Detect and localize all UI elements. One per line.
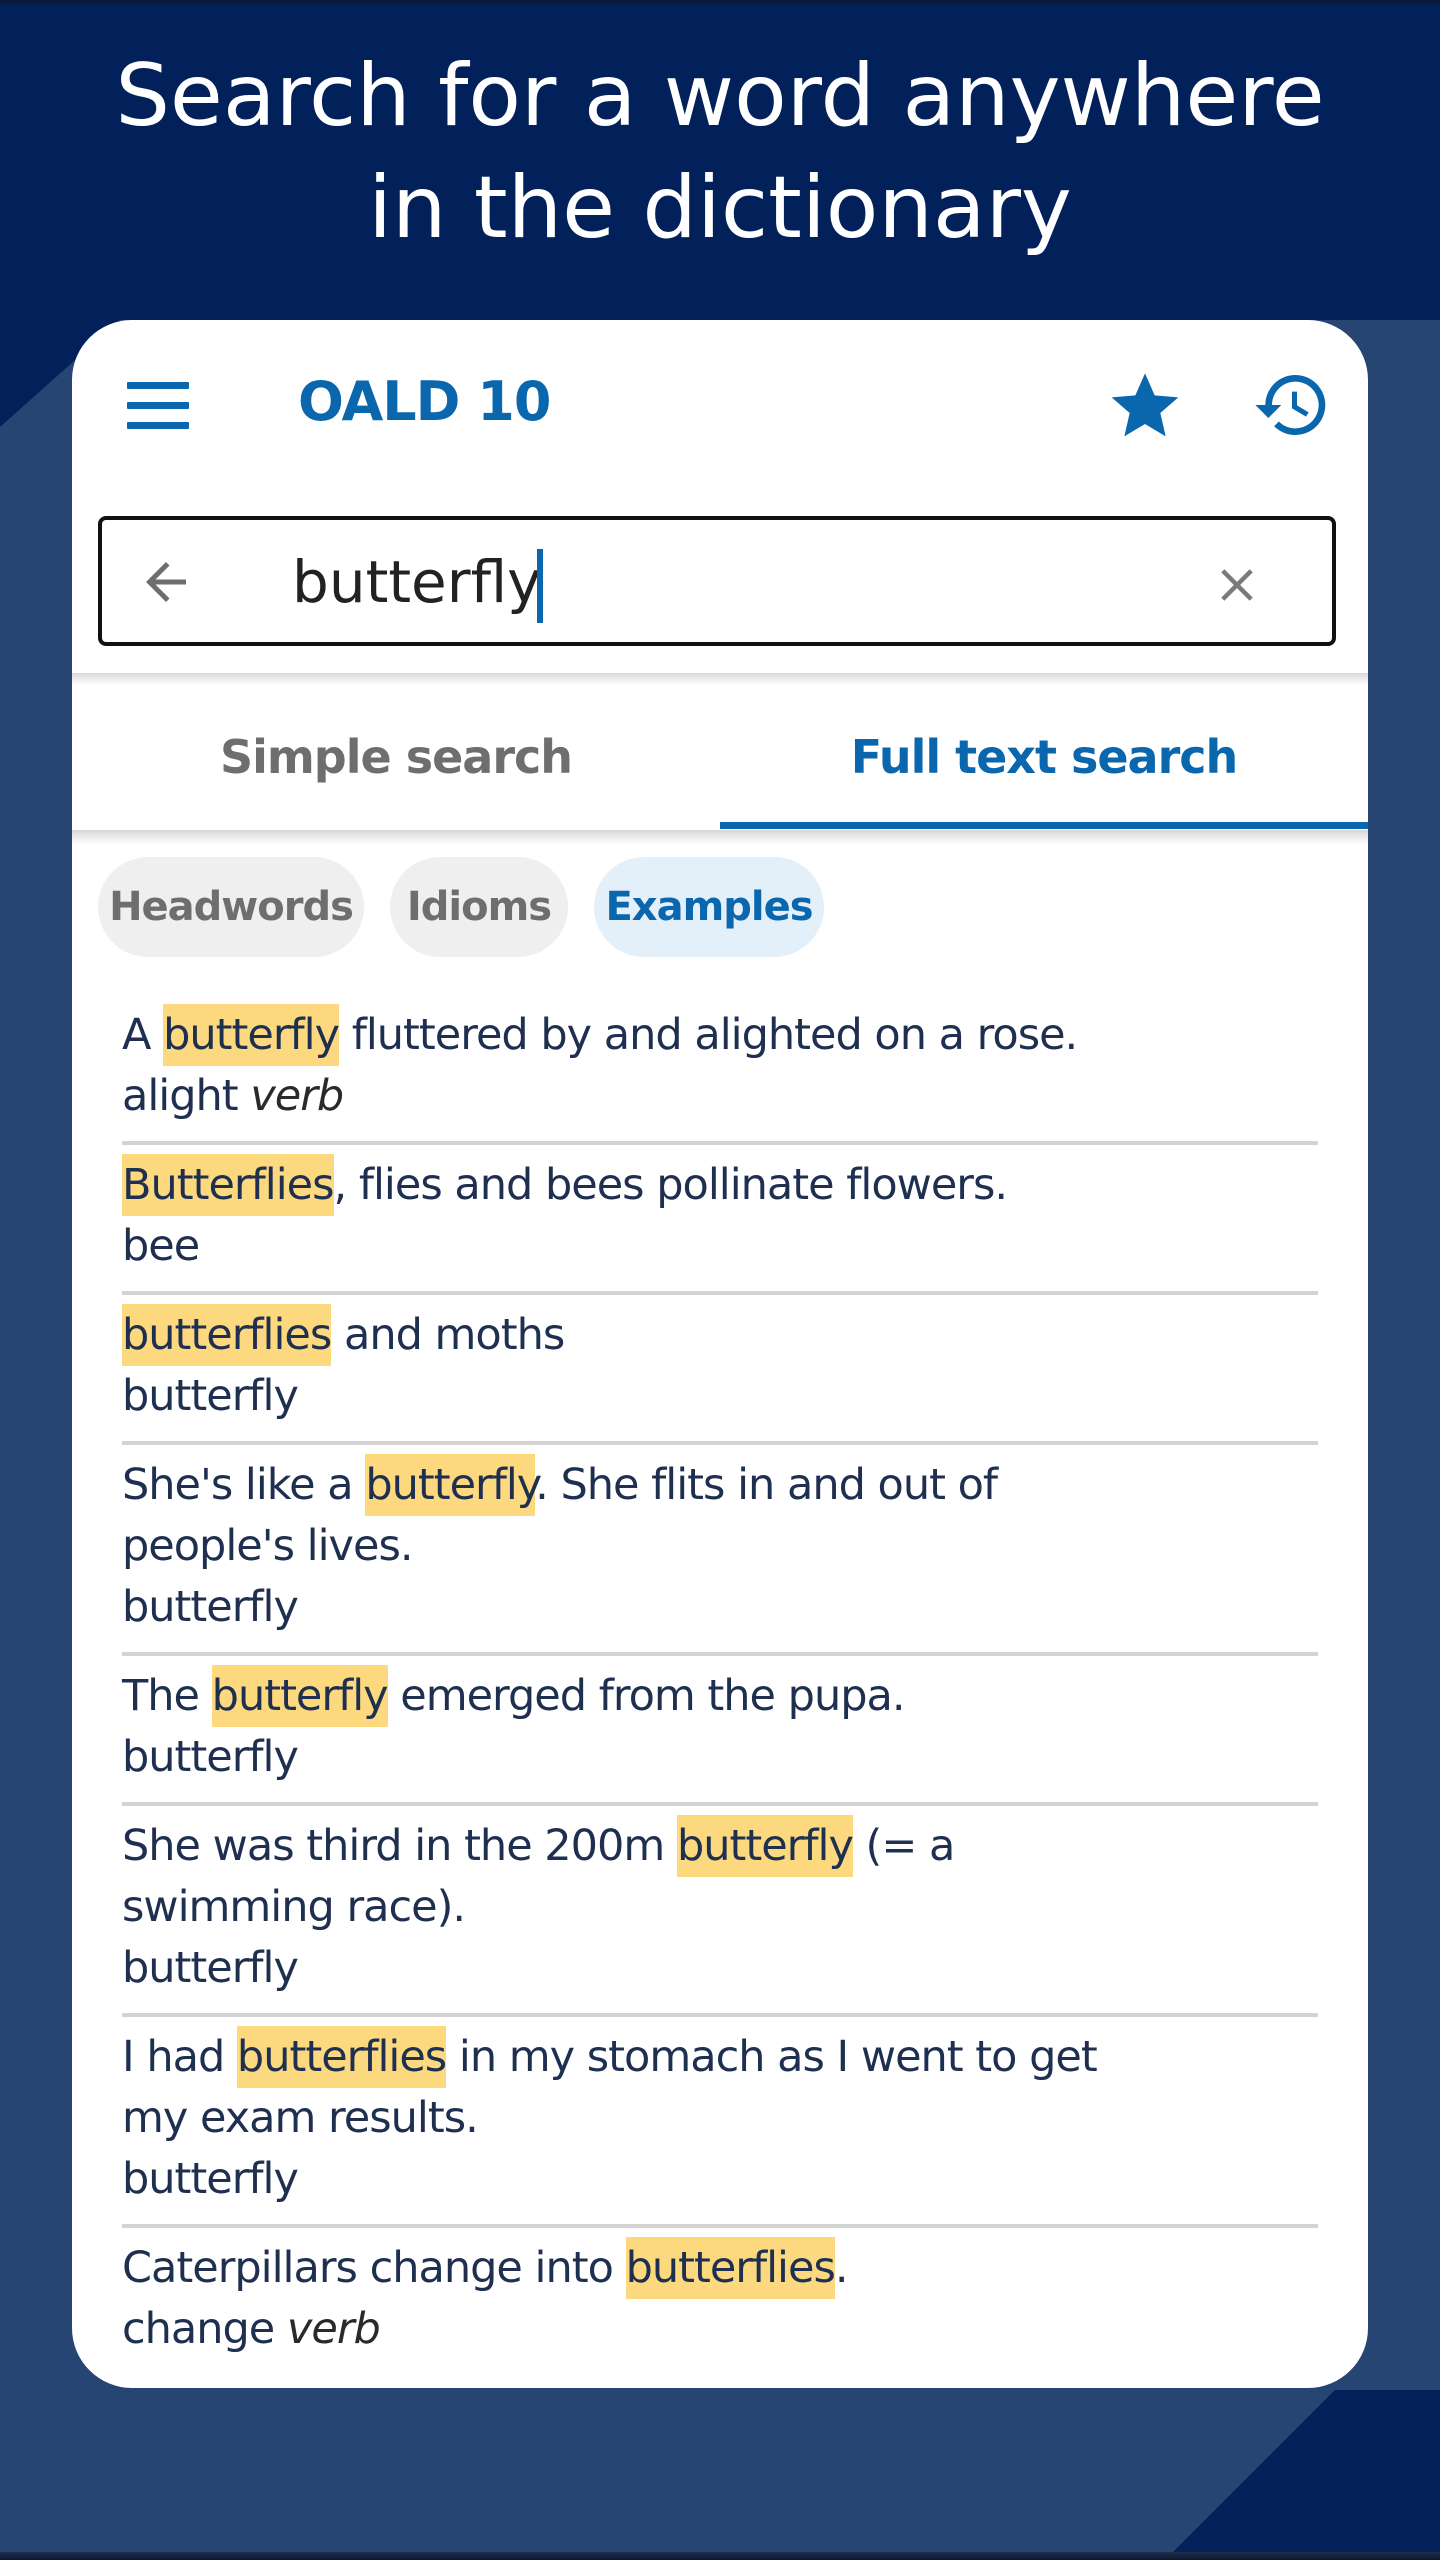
active-tab-indicator [720,822,1368,829]
star-icon [1111,373,1179,437]
search-match-highlight: butterfly [163,1004,340,1066]
filter-chip-headwords[interactable]: Headwords [98,857,364,957]
example-text-after: , flies and bees pollinate flowers. [333,1160,1009,1210]
filter-chip-examples[interactable]: Examples [594,857,824,957]
result-item[interactable]: butterflies and moths butterfly [122,1295,1318,1445]
example-text-after: emerged from the pupa. [387,1671,905,1721]
example-text-after: . [834,2243,849,2293]
example-text-before: The [122,1671,212,1721]
search-match-highlight: butterfly [365,1454,536,1516]
back-button[interactable] [136,552,196,612]
example-sentence: Butterflies, flies and bees pollinate fl… [122,1154,1318,1216]
tab-simple-search[interactable]: Simple search [72,682,720,832]
result-item[interactable]: Butterflies, flies and bees pollinate fl… [122,1145,1318,1295]
status-bar-edge [0,0,1440,6]
promo-headline: Search for a word anywhere in the dictio… [0,40,1440,264]
example-sentence: She's like a butterfly. She flits in and… [122,1454,1318,1577]
result-item[interactable]: The butterfly emerged from the pupa. butt… [122,1656,1318,1806]
promo-headline-line-1: Search for a word anywhere [115,46,1325,146]
close-icon [1221,569,1253,601]
search-match-highlight: Butterflies [122,1154,334,1216]
source-entry: butterfly [122,1727,1318,1788]
search-match-highlight: butterfly [211,1665,389,1727]
source-headword: butterfly [122,1732,299,1782]
source-entry: butterfly [122,2149,1318,2210]
example-sentence: Caterpillars change into butterflies. [122,2237,1318,2299]
search-match-highlight: butterfly [676,1815,854,1877]
search-field[interactable]: butterfly [98,516,1336,646]
results-list: A butterfly fluttered by and alighted on… [122,995,1318,2374]
nav-bar-edge [0,2552,1440,2560]
example-text-before: I had [122,2032,237,2082]
result-item[interactable]: Caterpillars change into butterflies. cha… [122,2228,1318,2374]
example-text-after: and moths [331,1310,565,1360]
example-sentence: I had butterflies in my stomach as I wen… [122,2026,1318,2149]
source-headword: alight [122,1071,239,1121]
history-button[interactable] [1252,365,1332,445]
source-headword: bee [122,1221,200,1271]
menu-button[interactable] [127,382,189,430]
source-headword: butterfly [122,2154,299,2204]
source-entry: change verb [122,2299,1318,2360]
example-text-before: She was third in the 200m [122,1821,677,1871]
text-caret [537,548,544,623]
source-headword: butterfly [122,1371,299,1421]
source-entry: bee [122,1216,1318,1277]
source-entry: alight verb [122,1066,1318,1127]
example-sentence: The butterfly emerged from the pupa. [122,1665,1318,1727]
clear-search-button[interactable] [1210,558,1264,612]
result-item[interactable]: She's like a butterfly. She flits in and… [122,1445,1318,1656]
tab-full-text-search[interactable]: Full text search [720,682,1368,832]
search-match-highlight: butterflies [122,1304,332,1366]
search-match-highlight: butterflies [236,2026,447,2088]
part-of-speech: verb [237,1071,344,1121]
result-item[interactable]: I had butterflies in my stomach as I wen… [122,2017,1318,2228]
source-entry: butterfly [122,1577,1318,1638]
search-input[interactable]: butterfly [292,542,544,623]
source-headword: butterfly [122,1943,299,1993]
example-text-before: Caterpillars change into [122,2243,626,2293]
example-sentence: butterflies and moths [122,1304,1318,1366]
part-of-speech: verb [274,2304,381,2354]
result-item[interactable]: She was third in the 200m butterfly (= a… [122,1806,1318,2017]
app-title: OALD 10 [298,370,551,433]
source-entry: butterfly [122,1938,1318,1999]
example-text-before: A [122,1010,164,1060]
filter-chip-idioms[interactable]: Idioms [390,857,568,957]
history-icon [1255,375,1326,435]
source-headword: butterfly [122,1582,299,1632]
source-entry: butterfly [122,1366,1318,1427]
tabs-divider [72,830,1368,844]
search-match-highlight: butterflies [625,2237,836,2299]
result-item[interactable]: A butterfly fluttered by and alighted on… [122,995,1318,1145]
app-header: OALD 10 butterfly [72,320,1368,646]
example-text-after: fluttered by and alighted on a rose. [339,1010,1079,1060]
example-sentence: She was third in the 200m butterfly (= a… [122,1815,1318,1938]
source-headword: change [122,2304,275,2354]
promo-headline-line-2: in the dictionary [368,158,1072,258]
example-sentence: A butterfly fluttered by and alighted on… [122,1004,1318,1066]
app-screen: OALD 10 butterfly Simple search Full tex… [72,320,1368,2388]
favorites-button[interactable] [1105,365,1185,445]
search-input-value: butterfly [292,548,542,616]
example-text-before: She's like a [122,1460,366,1510]
arrow-left-icon [146,562,186,602]
search-mode-tabs: Simple search Full text search [72,682,1368,832]
